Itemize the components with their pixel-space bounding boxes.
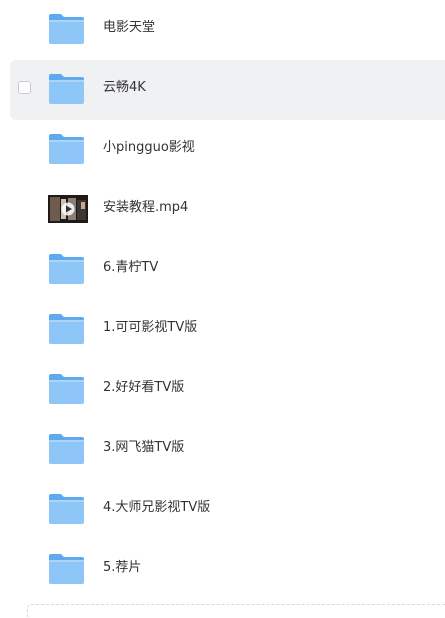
video-thumbnail [48,190,88,227]
file-row-jianpian[interactable]: 5.荐片 [10,540,445,600]
file-row-xiao-pingguo[interactable]: 小pingguo影视 [10,120,445,180]
file-name[interactable]: 云畅4K [103,60,146,120]
file-name[interactable]: 5.荐片 [103,540,141,600]
file-row-qingning-tv[interactable]: 6.青柠TV [10,240,445,300]
folder-icon [48,130,85,167]
file-name[interactable]: 安装教程.mp4 [103,180,188,240]
file-name[interactable]: 3.网飞猫TV版 [103,420,184,480]
file-name[interactable]: 小pingguo影视 [103,120,195,180]
folder-icon [48,490,85,527]
file-row-dianying-tiantang[interactable]: 电影天堂 [10,0,445,60]
folder-icon [48,310,85,347]
file-name[interactable]: 电影天堂 [103,0,155,60]
file-row-keke-tv[interactable]: 1.可可影视TV版 [10,300,445,360]
file-row-yunchang-4k[interactable]: 云畅4K [10,60,445,120]
file-row-install-tutorial[interactable]: 安装教程.mp4 [10,180,445,240]
folder-icon [48,70,85,107]
folder-icon [48,370,85,407]
file-list: 电影天堂 云畅4K 小pingguo影视 安装教程.mp4 6.青柠TV 1.可… [0,0,445,600]
row-checkbox[interactable] [18,81,31,94]
file-row-dashixiong-tv[interactable]: 4.大师兄影视TV版 [10,480,445,540]
folder-icon [48,550,85,587]
folder-icon [48,430,85,467]
file-name[interactable]: 4.大师兄影视TV版 [103,480,210,540]
folder-icon [48,10,85,47]
file-name[interactable]: 6.青柠TV [103,240,158,300]
file-name[interactable]: 1.可可影视TV版 [103,300,197,360]
folder-icon [48,250,85,287]
file-row-haohaokan-tv[interactable]: 2.好好看TV版 [10,360,445,420]
file-row-wangfeimao-tv[interactable]: 3.网飞猫TV版 [10,420,445,480]
file-name[interactable]: 2.好好看TV版 [103,360,184,420]
